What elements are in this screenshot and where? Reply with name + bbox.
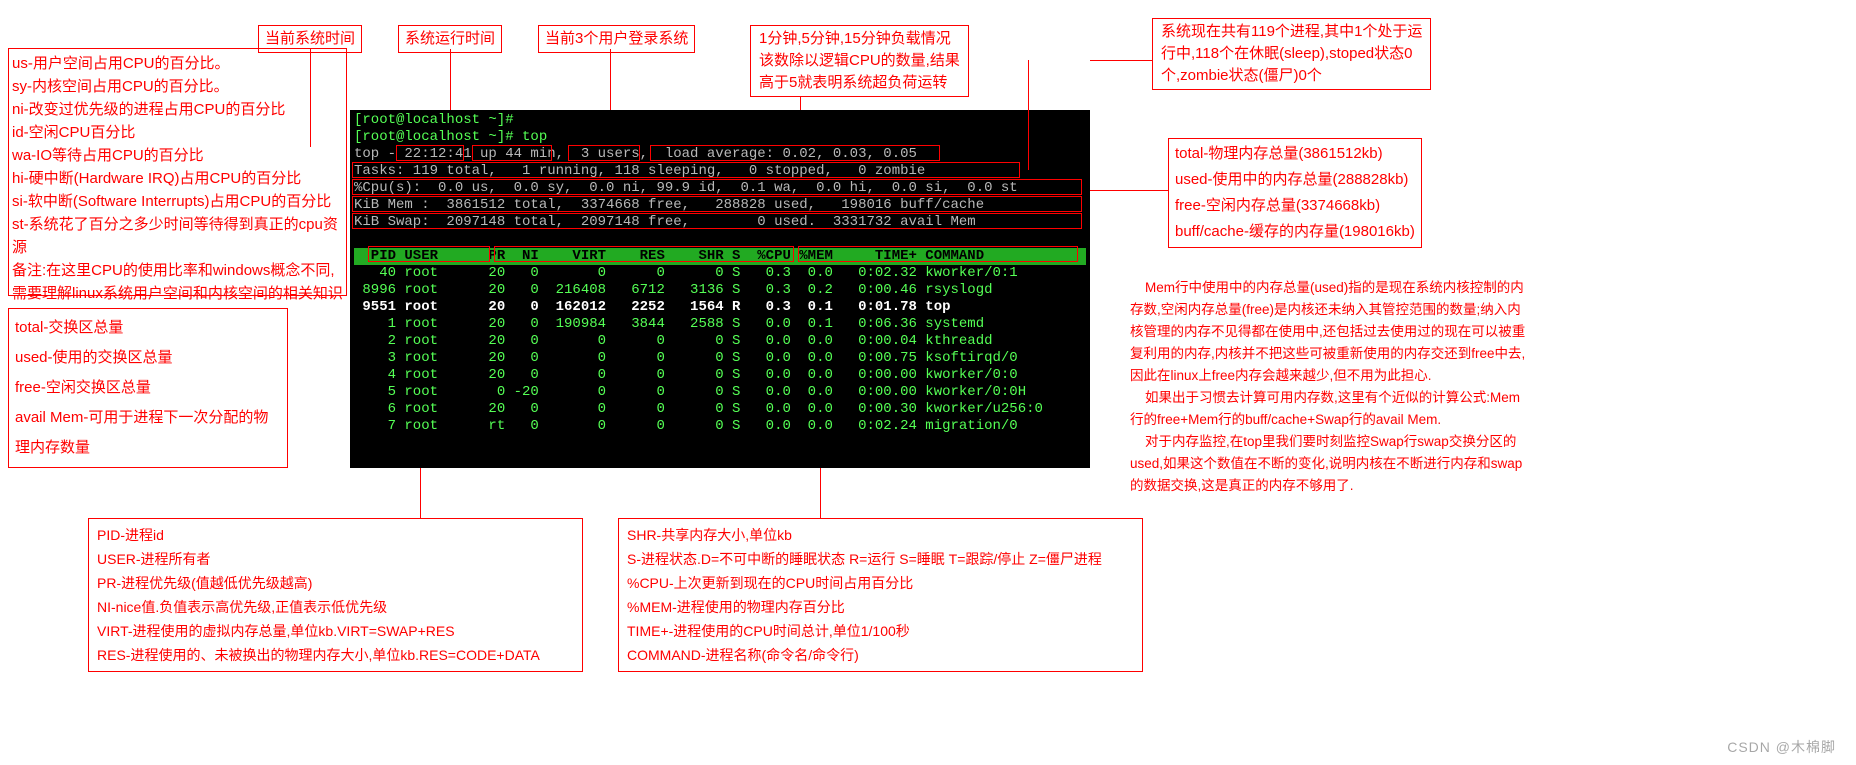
label-tasks-summary: 系统现在共有119个进程,其中1个处于运 行中,118个在休眠(sleep),s… [1152,18,1431,90]
col-ni: NI-nice值.负值表示高优先级,正值表示低优先级 [97,595,574,619]
process-row: 1 root 20 0 190984 3844 2588 S 0.0 0.1 0… [354,316,1086,333]
terminal-window: [root@localhost ~]# [root@localhost ~]# … [350,110,1090,468]
watermark: CSDN @木棉脚 [1727,737,1836,757]
leader-line [1090,60,1152,61]
leader-line [820,468,821,518]
swap-fields-explanation: total-交换区总量 used-使用的交换区总量 free-空闲交换区总量 a… [8,308,288,468]
mem-fields-explanation: total-物理内存总量(3861512kb) used-使用中的内存总量(28… [1168,138,1422,248]
tasks-line3: 个,zombie状态(僵尸)0个 [1161,65,1422,87]
prompt-line1: [root@localhost ~]# [354,112,1086,129]
col-pid: PID-进程id [97,523,574,547]
columns-right-explanation: SHR-共享内存大小,单位kb S-进程状态.D=不可中断的睡眠状态 R=运行 … [618,518,1143,672]
top-summary-time: top - 22:12:41 up 44 min, 3 users, load … [354,146,1086,163]
process-row: 5 root 0 -20 0 0 0 S 0.0 0.0 0:00.00 kwo… [354,384,1086,401]
col-shr: SHR-共享内存大小,单位kb [627,523,1134,547]
col-cpu: %CPU-上次更新到现在的CPU时间占用百分比 [627,571,1134,595]
columns-left-explanation: PID-进程id USER-进程所有者 PR-进程优先级(值越低优先级越高) N… [88,518,583,672]
process-row: 3 root 20 0 0 0 0 S 0.0 0.0 0:00.75 ksof… [354,350,1086,367]
swap-free: free-空闲交换区总量 [15,373,281,403]
process-row: 6 root 20 0 0 0 0 S 0.0 0.0 0:00.30 kwor… [354,401,1086,418]
tasks-line2: 行中,118个在休眠(sleep),stoped状态0 [1161,43,1422,65]
tasks-line1: 系统现在共有119个进程,其中1个处于运 [1161,21,1422,43]
leader-line [1028,60,1029,170]
top-summary-tasks: Tasks: 119 total, 1 running, 118 sleepin… [354,163,1086,180]
mem-used: used-使用中的内存总量(288828kb) [1175,167,1415,193]
process-row: 2 root 20 0 0 0 0 S 0.0 0.0 0:00.04 kthr… [354,333,1086,350]
process-row: 8996 root 20 0 216408 6712 3136 S 0.3 0.… [354,282,1086,299]
top-summary-mem: KiB Mem : 3861512 total, 3374668 free, 2… [354,197,1086,214]
leader-line [1090,190,1168,191]
label-users: 当前3个用户登录系统 [538,25,695,53]
top-summary-swap: KiB Swap: 2097148 total, 2097148 free, 0… [354,214,1086,231]
mem-buff: buff/cache-缓存的内存量(198016kb) [1175,219,1415,245]
cpu-block-border [8,48,347,296]
prompt-line2: [root@localhost ~]# top [354,129,1086,146]
label-load-average: 1分钟,5分钟,15分钟负载情况 该数除以逻辑CPU的数量,结果 高于5就表明系… [750,25,969,97]
col-mem: %MEM-进程使用的物理内存百分比 [627,595,1134,619]
swap-used: used-使用的交换区总量 [15,343,281,373]
mem-total: total-物理内存总量(3861512kb) [1175,141,1415,167]
process-row-running: 9551 root 20 0 162012 2252 1564 R 0.3 0.… [354,299,1086,316]
load-line3: 高于5就表明系统超负荷运转 [759,72,960,94]
leader-line [420,468,421,518]
col-res: RES-进程使用的、未被换出的物理内存大小,单位kb.RES=CODE+DATA [97,643,574,667]
col-s: S-进程状态.D=不可中断的睡眠状态 R=运行 S=睡眠 T=跟踪/停止 Z=僵… [627,547,1134,571]
mem-explanation-paragraph: Mem行中使用中的内存总量(used)指的是现在系统内核控制的内存数,空闲内存总… [1130,277,1530,497]
load-line1: 1分钟,5分钟,15分钟负载情况 [759,28,960,50]
col-virt: VIRT-进程使用的虚拟内存总量,单位kb.VIRT=SWAP+RES [97,619,574,643]
process-table-header: PID USER PR NI VIRT RES SHR S %CPU %MEM … [354,248,1086,265]
blank-line [354,231,1086,248]
swap-total: total-交换区总量 [15,313,281,343]
col-pr: PR-进程优先级(值越低优先级越高) [97,571,574,595]
col-time: TIME+-进程使用的CPU时间总计,单位1/100秒 [627,619,1134,643]
process-row: 7 root rt 0 0 0 0 S 0.0 0.0 0:02.24 migr… [354,418,1086,435]
process-row: 4 root 20 0 0 0 0 S 0.0 0.0 0:00.00 kwor… [354,367,1086,384]
swap-avail: avail Mem-可用于进程下一次分配的物理内存数量 [15,403,281,463]
col-command: COMMAND-进程名称(命令名/命令行) [627,643,1134,667]
mem-free: free-空闲内存总量(3374668kb) [1175,193,1415,219]
top-summary-cpu: %Cpu(s): 0.0 us, 0.0 sy, 0.0 ni, 99.9 id… [354,180,1086,197]
load-line2: 该数除以逻辑CPU的数量,结果 [759,50,960,72]
process-row: 40 root 20 0 0 0 0 S 0.3 0.0 0:02.32 kwo… [354,265,1086,282]
col-user: USER-进程所有者 [97,547,574,571]
